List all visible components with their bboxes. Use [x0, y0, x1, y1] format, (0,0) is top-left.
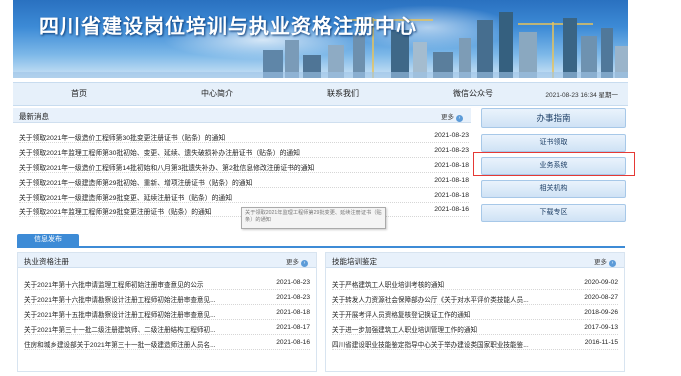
list-item[interactable]: 关于2021年第十六批申请勘察设计注册工程师初始注册审查意见... 2021-0…	[24, 292, 310, 305]
section-title: 执业资格注册	[24, 257, 69, 266]
item-title[interactable]: 关于2021年第十六批申请监理工程师初始注册审查意见的公示	[24, 279, 264, 289]
registration-panel: 执业资格注册 更多 › 关于2021年第十六批申请监理工程师初始注册审查意见的公示…	[17, 252, 317, 372]
nav-item-home[interactable]: 首页	[71, 88, 87, 99]
list-item[interactable]: 关于转发人力资源社会保障部办公厅《关于对水平评价类技能人员... 2020-08…	[332, 292, 618, 305]
item-title[interactable]: 关于转发人力资源社会保障部办公厅《关于对水平评价类技能人员...	[332, 294, 572, 304]
item-title[interactable]: 关于进一步加强建筑工人职业培训管理工作的通知	[332, 324, 572, 334]
item-title[interactable]: 四川省建设职业技能鉴定指导中心关于举办建设类国家职业技能鉴...	[332, 339, 572, 349]
more-label: 更多	[594, 259, 607, 266]
news-title[interactable]: 关于领取2021年一级建造师第29批初始、重新、增项注册证书（贴条）的通知	[19, 177, 414, 187]
item-date: 2018-09-26	[584, 309, 618, 316]
section-title: 最新消息	[19, 112, 49, 121]
item-title[interactable]: 关于2021年第十六批申请勘察设计注册工程师初始注册审查意见...	[24, 294, 264, 304]
item-date: 2016-11-15	[584, 339, 618, 346]
item-date: 2020-09-02	[584, 279, 618, 286]
list-item[interactable]: 关于严格建筑工人职业培训考核的通知 2020-09-02	[332, 277, 618, 290]
news-date: 2021-08-18	[434, 162, 469, 169]
news-title[interactable]: 关于领取2021年一级造价工程师第30批变更注册证书（贴条）的通知	[19, 132, 414, 142]
highlight-box	[473, 152, 635, 176]
item-date: 2021-08-18	[276, 309, 310, 316]
section-title: 技能培训鉴定	[332, 257, 377, 266]
item-title[interactable]: 关于开展考评人员资格复核登记换证工作的通知	[332, 309, 572, 319]
latest-news-section: 最新消息 更多 › 关于领取2021年一级造价工程师第30批变更注册证书（贴条）的…	[13, 108, 471, 220]
item-date: 2021-08-17	[276, 324, 310, 331]
news-row[interactable]: 关于领取2021年一级造价工程师第30批变更注册证书（贴条）的通知 2021-0…	[19, 130, 469, 143]
list-item[interactable]: 关于2021年第十五批申请勘察设计注册工程师初始注册审查意见... 2021-0…	[24, 307, 310, 320]
news-row[interactable]: 关于领取2021年一级建造师第29批初始、重新、增项注册证书（贴条）的通知 20…	[19, 175, 469, 188]
news-date: 2021-08-23	[434, 132, 469, 139]
certificate-pickup-button[interactable]: 证书领取	[481, 134, 626, 152]
more-label: 更多	[286, 259, 299, 266]
news-row[interactable]: 关于领取2021年监理工程师第30批初始、变更、延续、遗失破损补办注册证书（贴条…	[19, 145, 469, 158]
nav-item-about[interactable]: 中心简介	[201, 88, 233, 99]
news-title[interactable]: 关于领取2021年一级造价工程师第14批初始和八月第3批遗失补办、第2批信息修改…	[19, 162, 414, 172]
item-date: 2021-08-16	[276, 339, 310, 346]
hover-tooltip: 关于领取2021年监理工程师第29批变更、延续注册证书（贴条）的通知	[241, 207, 386, 229]
header-banner: 四川省建设岗位培训与执业资格注册中心	[13, 0, 628, 78]
news-title[interactable]: 关于领取2021年一级建造师第29批变更、延续注册证书（贴条）的通知	[19, 192, 414, 202]
chevron-right-icon: ›	[301, 260, 308, 267]
download-area-button[interactable]: 下载专区	[481, 204, 626, 222]
list-item[interactable]: 关于2021年第三十一批二级注册建筑师、二级注册结构工程师初... 2021-0…	[24, 322, 310, 335]
list-item[interactable]: 关于2021年第十六批申请监理工程师初始注册审查意见的公示 2021-08-23	[24, 277, 310, 290]
item-title[interactable]: 关于2021年第十五批申请勘察设计注册工程师初始注册审查意见...	[24, 309, 264, 319]
list-item[interactable]: 关于进一步加强建筑工人职业培训管理工作的通知 2017-09-13	[332, 322, 618, 335]
item-date: 2021-08-23	[276, 294, 310, 301]
current-datetime: 2021-08-23 16:34 星期一	[545, 92, 618, 99]
news-date: 2021-08-16	[434, 206, 469, 213]
more-link[interactable]: 更多 ›	[441, 111, 463, 122]
page: 四川省建设岗位培训与执业资格注册中心 首页 中心简介 联系我们 微信公众号 20…	[13, 0, 635, 376]
news-title[interactable]: 关于领取2021年监理工程师第30批初始、变更、延续、遗失破损补办注册证书（贴条…	[19, 147, 414, 157]
skills-training-panel: 技能培训鉴定 更多 › 关于严格建筑工人职业培训考核的通知 2020-09-02 …	[325, 252, 625, 372]
list-item[interactable]: 四川省建设职业技能鉴定指导中心关于举办建设类国家职业技能鉴... 2016-11…	[332, 337, 618, 350]
list-item[interactable]: 关于开展考评人员资格复核登记换证工作的通知 2018-09-26	[332, 307, 618, 320]
news-date: 2021-08-18	[434, 192, 469, 199]
item-date: 2020-08-27	[584, 294, 618, 301]
more-link[interactable]: 更多 ›	[594, 256, 616, 267]
item-title[interactable]: 关于严格建筑工人职业培训考核的通知	[332, 279, 572, 289]
chevron-right-icon: ›	[609, 260, 616, 267]
item-title[interactable]: 住房和城乡建设部关于2021年第三十一批一级建造师注册人员名...	[24, 339, 264, 349]
main-nav: 首页 中心简介 联系我们 微信公众号 2021-08-23 16:34 星期一	[13, 82, 628, 106]
nav-item-wechat[interactable]: 微信公众号	[453, 88, 493, 99]
news-row[interactable]: 关于领取2021年一级造价工程师第14批初始和八月第3批遗失补办、第2批信息修改…	[19, 160, 469, 173]
news-row[interactable]: 关于领取2021年一级建造师第29批变更、延续注册证书（贴条）的通知 2021-…	[19, 190, 469, 203]
list-item[interactable]: 住房和城乡建设部关于2021年第三十一批一级建造师注册人员名... 2021-0…	[24, 337, 310, 350]
guide-button[interactable]: 办事指南	[481, 108, 626, 128]
more-link[interactable]: 更多 ›	[286, 256, 308, 267]
more-label: 更多	[441, 114, 454, 121]
tab-info-release[interactable]: 信息发布	[17, 234, 79, 246]
section-header: 最新消息 更多 ›	[13, 108, 471, 123]
news-date: 2021-08-18	[434, 177, 469, 184]
item-title[interactable]: 关于2021年第三十一批二级注册建筑师、二级注册结构工程师初...	[24, 324, 264, 334]
info-tab-bar: 信息发布	[17, 234, 625, 248]
section-header: 技能培训鉴定 更多 ›	[326, 253, 624, 268]
nav-item-contact[interactable]: 联系我们	[327, 88, 359, 99]
related-organizations-button[interactable]: 相关机构	[481, 180, 626, 198]
news-date: 2021-08-23	[434, 147, 469, 154]
section-header: 执业资格注册 更多 ›	[18, 253, 316, 268]
item-date: 2017-09-13	[584, 324, 618, 331]
chevron-right-icon: ›	[456, 115, 463, 122]
item-date: 2021-08-23	[276, 279, 310, 286]
site-title: 四川省建设岗位培训与执业资格注册中心	[39, 14, 417, 38]
